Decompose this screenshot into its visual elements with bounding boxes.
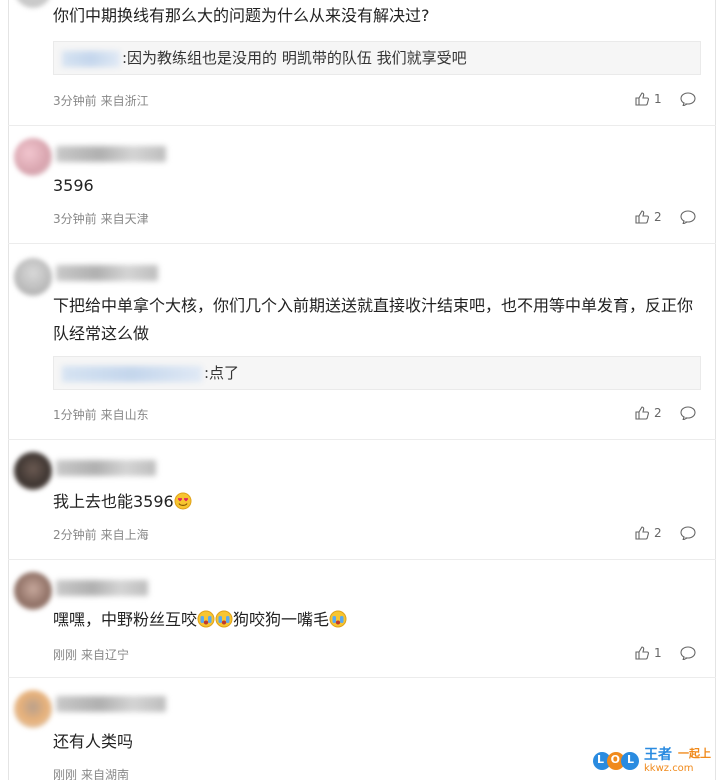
- comment-time: 3分钟前: [53, 212, 97, 226]
- comment-text-body: 我上去也能3596: [53, 492, 174, 511]
- comment-location: 来自湖南: [81, 768, 130, 780]
- comment-meta: 刚刚 来自辽宁: [53, 646, 133, 663]
- speech-bubble-icon[interactable]: [680, 210, 696, 224]
- like-count: 1: [654, 92, 662, 106]
- comment-text: 嘿嘿，中野粉丝互咬 狗咬狗一嘴毛: [53, 606, 702, 634]
- like-count: 2: [654, 210, 662, 224]
- comment-actions: 2: [635, 210, 696, 224]
- comment-location: 来自天津: [100, 212, 149, 226]
- comment-meta: 刚刚 来自湖南: [53, 766, 133, 780]
- comment-reply[interactable]: :因为教练组也是没用的 明凯带的队伍 我们就享受吧: [53, 41, 701, 75]
- comment-text: 3596: [53, 176, 94, 195]
- thumb-up-icon[interactable]: [635, 526, 649, 540]
- comment-username[interactable]: [56, 580, 148, 596]
- crying-face-emoji: [329, 610, 347, 628]
- speech-bubble-icon[interactable]: [680, 92, 696, 106]
- watermark-domain: kkwz.com: [644, 763, 694, 774]
- comment-time: 刚刚: [53, 648, 78, 662]
- comment-location: 来自辽宁: [81, 648, 130, 662]
- watermark-logo-letters: LOL: [597, 753, 641, 766]
- watermark-brand: 王者: [644, 747, 672, 763]
- comment-location: 来自上海: [100, 528, 149, 542]
- like-count: 1: [654, 646, 662, 660]
- speech-bubble-icon[interactable]: [680, 646, 696, 660]
- thumb-up-icon[interactable]: [635, 210, 649, 224]
- crying-face-emoji: [197, 610, 215, 628]
- comment-username[interactable]: [56, 460, 156, 476]
- reply-username: [62, 365, 202, 382]
- avatar[interactable]: [14, 138, 52, 176]
- comment-text: 你们中期换线有那么大的问题为什么从来没有解决过?: [53, 6, 430, 25]
- thumb-up-icon[interactable]: [635, 646, 649, 660]
- comment-text: 我上去也能3596: [53, 488, 702, 516]
- comment-meta: 3分钟前 来自浙江: [53, 92, 153, 109]
- comment-time: 2分钟前: [53, 528, 97, 542]
- comment-username[interactable]: [56, 146, 166, 162]
- avatar[interactable]: [14, 452, 52, 490]
- comment-item: 我上去也能3596 2分钟前 来自上海 2: [8, 440, 716, 560]
- comment-meta: 1分钟前 来自山东: [53, 406, 153, 423]
- comment-reply[interactable]: :点了: [53, 356, 701, 390]
- heart-eyes-emoji: [174, 492, 192, 510]
- thumb-up-icon[interactable]: [635, 92, 649, 106]
- reply-text: :点了: [204, 364, 240, 382]
- comment-username[interactable]: [56, 265, 158, 281]
- comment-meta: 3分钟前 来自天津: [53, 210, 153, 227]
- avatar[interactable]: [14, 572, 52, 610]
- thumb-up-icon[interactable]: [635, 406, 649, 420]
- comment-text: 下把给中单拿个大核，你们几个入前期送送就直接收汁结束吧，也不用等中单发育，反正你…: [53, 296, 694, 343]
- speech-bubble-icon[interactable]: [680, 526, 696, 540]
- comment-actions: 1: [635, 92, 696, 106]
- comment-text-part-a: 嘿嘿，中野粉丝互咬: [53, 610, 198, 629]
- comment-time: 刚刚: [53, 768, 78, 780]
- like-count: 2: [654, 406, 662, 420]
- avatar[interactable]: [14, 690, 52, 728]
- comment-meta: 2分钟前 来自上海: [53, 526, 153, 543]
- comment-time: 3分钟前: [53, 94, 97, 108]
- comment-text-part-b: 狗咬狗一嘴毛: [233, 610, 330, 629]
- site-watermark: LOL 王者 一起上 kkwz.com: [592, 744, 716, 778]
- comment-time: 1分钟前: [53, 408, 97, 422]
- avatar[interactable]: [14, 0, 52, 8]
- comment-item: 你们中期换线有那么大的问题为什么从来没有解决过? :因为教练组也是没用的 明凯带…: [8, 0, 716, 126]
- reply-username: [62, 50, 120, 67]
- comment-actions: 2: [635, 406, 696, 420]
- crying-face-emoji: [215, 610, 233, 628]
- speech-bubble-icon[interactable]: [680, 406, 696, 420]
- watermark-logo-text: LOL: [592, 753, 640, 766]
- like-count: 2: [654, 526, 662, 540]
- comment-actions: 1: [635, 646, 696, 660]
- comment-item: 3596 3分钟前 来自天津 2: [8, 126, 716, 244]
- reply-text: :因为教练组也是没用的 明凯带的队伍 我们就享受吧: [122, 49, 467, 67]
- comment-actions: 2: [635, 526, 696, 540]
- comment-item: 嘿嘿，中野粉丝互咬 狗咬狗一嘴毛 刚刚 来自辽宁 1: [8, 560, 716, 678]
- comment-location: 来自山东: [100, 408, 149, 422]
- comment-location: 来自浙江: [100, 94, 149, 108]
- avatar[interactable]: [14, 258, 52, 296]
- watermark-slogan: 一起上: [678, 747, 711, 760]
- comment-item: 下把给中单拿个大核，你们几个入前期送送就直接收汁结束吧，也不用等中单发育，反正你…: [8, 244, 716, 440]
- comment-username[interactable]: [56, 696, 166, 712]
